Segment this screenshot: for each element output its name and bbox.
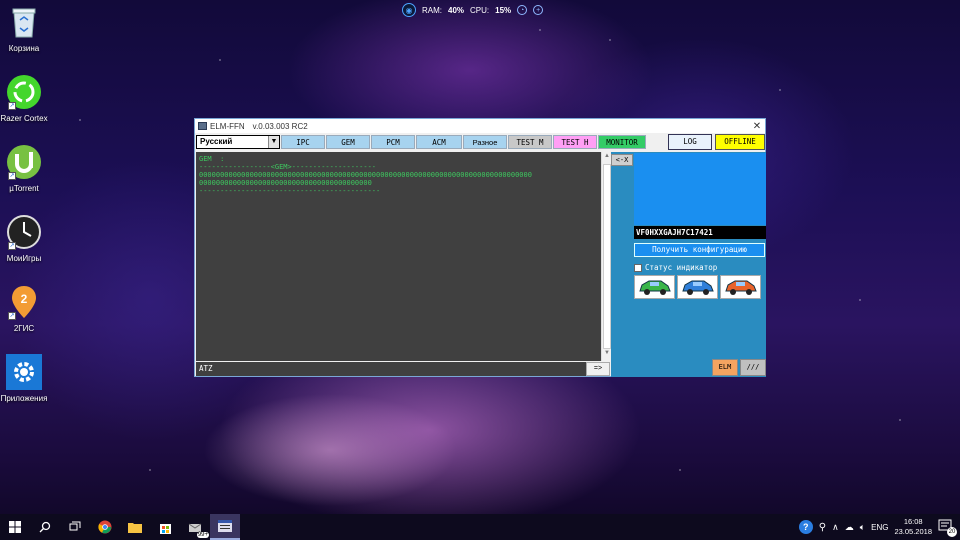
app-icon xyxy=(198,122,207,130)
store-icon[interactable] xyxy=(150,514,180,540)
desktop-icon-label: Razer Cortex xyxy=(0,114,48,123)
tab-test-h[interactable]: TEST H xyxy=(553,135,597,149)
file-explorer-icon[interactable] xyxy=(120,514,150,540)
window-title: ELM-FFN xyxy=(210,121,245,131)
clock-icon: ↗ xyxy=(6,214,42,250)
tab-raznoe[interactable]: Разное xyxy=(463,135,507,149)
vin-display: VF0HXXGAJH7C17421 xyxy=(634,226,766,239)
notification-center-icon[interactable]: 20 xyxy=(938,519,957,537)
search-icon[interactable] xyxy=(30,514,60,540)
window-version: v.0.03.003 RC2 xyxy=(252,121,308,131)
console-line: 0000000000000000000000000000000000000000… xyxy=(199,171,532,179)
desktop-icon-razer-cortex[interactable]: ↗ Razer Cortex xyxy=(0,74,48,123)
clock-time: 16:08 xyxy=(903,517,923,526)
car-green[interactable] xyxy=(634,275,675,299)
window-titlebar[interactable]: ELM-FFN v.0.03.003 RC2 ✕ xyxy=(195,119,765,133)
tab-acm[interactable]: ACM xyxy=(416,135,462,149)
gauge-icon[interactable]: ◔ xyxy=(517,5,528,15)
desktop-icon-recycle-bin[interactable]: Корзина xyxy=(0,4,48,53)
map-pin-icon: 2 ↗ xyxy=(6,284,42,320)
chrome-icon[interactable] xyxy=(90,514,120,540)
clock[interactable]: 16:08 23.05.2018 xyxy=(894,517,932,537)
ram-label: RAM: xyxy=(422,5,442,15)
razer-cortex-icon: ↗ xyxy=(6,74,42,110)
slash-button[interactable]: /// xyxy=(740,359,766,376)
console-line: -----------------<GEM>------------------… xyxy=(199,163,377,171)
add-icon[interactable]: + xyxy=(533,5,544,15)
recycle-bin-icon xyxy=(6,4,42,40)
status-indicator-label: Статус индикатор xyxy=(645,263,718,272)
desktop-icon-label: МоиИгры xyxy=(6,254,42,263)
log-button[interactable]: LOG xyxy=(668,134,712,150)
desktop-icon-label: µTorrent xyxy=(9,184,39,193)
elm-button[interactable]: ELM xyxy=(712,359,738,376)
help-icon[interactable]: ? xyxy=(798,520,813,534)
status-indicator-checkbox[interactable] xyxy=(634,263,642,272)
desktop-icon-apps[interactable]: Приложения xyxy=(0,354,48,403)
cloud-icon[interactable]: ☁ xyxy=(845,522,854,533)
console-line: GEM : xyxy=(199,155,225,163)
console-output[interactable]: GEM : -----------------<GEM>------------… xyxy=(196,152,601,361)
gear-icon xyxy=(6,354,42,390)
elm-ffn-taskbar-icon[interactable] xyxy=(210,514,240,540)
system-monitor-icon[interactable]: ◉ xyxy=(402,3,416,17)
tab-gem[interactable]: GEM xyxy=(326,135,370,149)
scrollbar-thumb[interactable] xyxy=(603,164,611,349)
tab-ipc[interactable]: IPC xyxy=(281,135,325,149)
desktop-icon-utorrent[interactable]: ↗ µTorrent xyxy=(0,144,48,193)
desktop-icon-label: Корзина xyxy=(8,44,40,53)
language-value: Русский xyxy=(200,137,233,146)
system-monitor-widget: ◉ RAM: 40% CPU: 15% ◔ + xyxy=(402,2,544,18)
console-line: ----------------------------------------… xyxy=(199,187,381,195)
volume-icon[interactable]: 🔈︎ xyxy=(860,522,865,533)
mail-badge: 99+ xyxy=(196,532,209,538)
desktop-icon-2gis[interactable]: 2 ↗ 2ГИС xyxy=(0,284,48,333)
get-config-button[interactable]: Получить конфигурацию xyxy=(634,243,765,257)
status-indicator-row[interactable]: Статус индикатор xyxy=(634,263,717,272)
chevron-down-icon[interactable]: ▼ xyxy=(268,136,279,148)
console-line: 0000000000000000000000000000000000000000… xyxy=(199,179,372,187)
tab-pcm[interactable]: PCM xyxy=(371,135,415,149)
desktop-icon-label: 2ГИС xyxy=(13,324,35,333)
tab-test-m[interactable]: TEST M xyxy=(508,135,552,149)
tab-monitor[interactable]: MONITOR xyxy=(598,135,646,149)
language-indicator[interactable]: ENG xyxy=(871,523,888,532)
people-icon[interactable]: ⚲ xyxy=(819,522,826,533)
language-select[interactable]: Русский ▼ xyxy=(196,135,280,149)
car-blue[interactable] xyxy=(677,275,718,299)
system-tray: ? ⚲ ∧ ☁ 🔈︎ ENG 16:08 23.05.2018 20 xyxy=(798,514,960,540)
ram-value: 40% xyxy=(448,5,465,15)
task-view-icon[interactable] xyxy=(60,514,90,540)
car-orange[interactable] xyxy=(720,275,761,299)
clock-date: 23.05.2018 xyxy=(894,527,932,536)
console-scrollbar[interactable]: ▲ ▼ xyxy=(601,152,611,361)
send-button[interactable]: => xyxy=(586,362,610,376)
desktop-icon-moi-igry[interactable]: ↗ МоиИгры xyxy=(0,214,48,263)
cpu-value: 15% xyxy=(495,5,512,15)
clear-console-button[interactable]: <-X xyxy=(611,154,633,166)
taskbar: 99+ ? ⚲ ∧ ☁ 🔈︎ ENG 16:08 23.05.2018 20 xyxy=(0,514,960,540)
start-windows-icon[interactable] xyxy=(0,514,30,540)
svg-text:2: 2 xyxy=(21,292,28,306)
desktop-icon-label: Приложения xyxy=(0,394,48,403)
close-icon[interactable]: ✕ xyxy=(749,121,765,132)
cpu-label: CPU: xyxy=(470,5,490,15)
utorrent-icon: ↗ xyxy=(6,144,42,180)
command-input[interactable]: ATZ xyxy=(196,362,586,376)
info-display xyxy=(634,153,766,225)
offline-button[interactable]: OFFLINE xyxy=(715,134,765,150)
elm-ffn-window: ELM-FFN v.0.03.003 RC2 ✕ Русский ▼ IPC G… xyxy=(194,118,766,377)
mail-icon[interactable]: 99+ xyxy=(180,514,210,540)
notification-count: 20 xyxy=(947,527,957,537)
chevron-up-icon[interactable]: ∧ xyxy=(832,522,839,533)
